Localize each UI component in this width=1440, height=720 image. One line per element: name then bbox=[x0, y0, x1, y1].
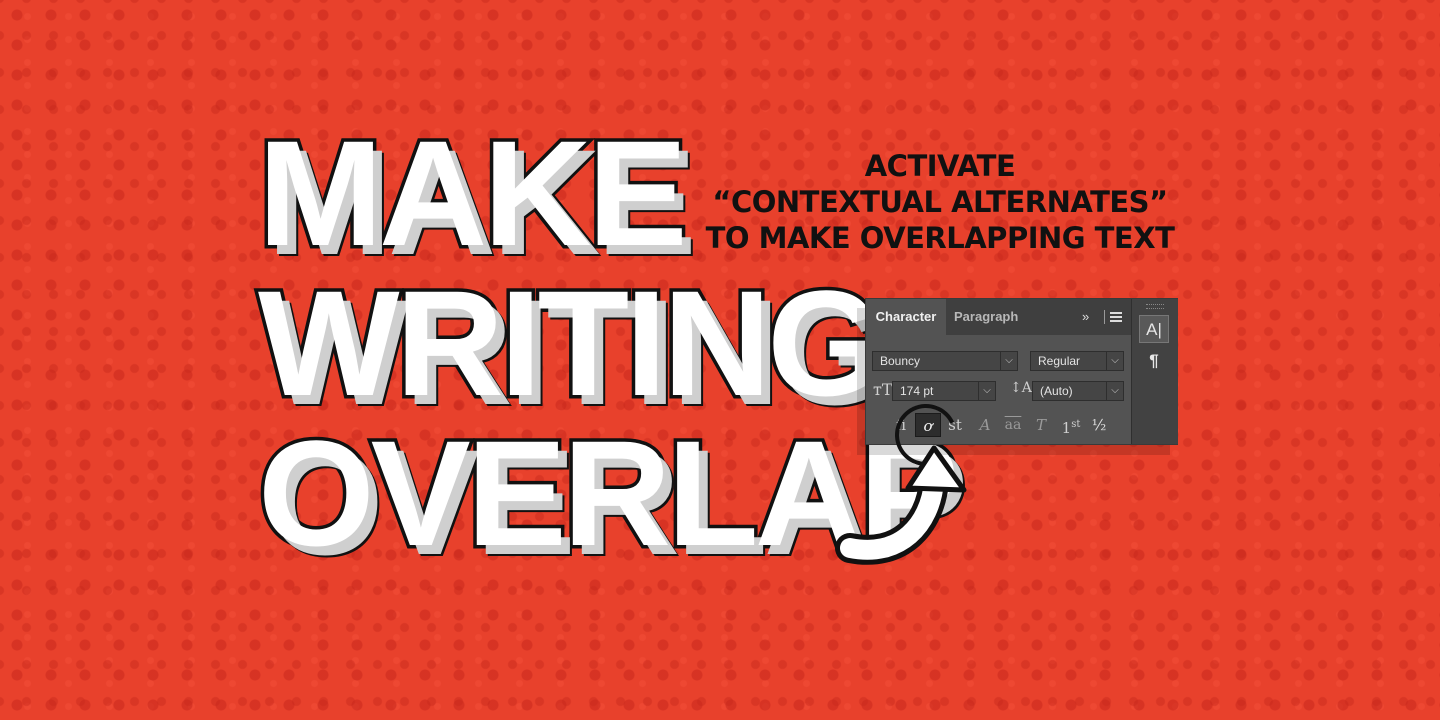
tab-divider bbox=[1104, 310, 1105, 324]
paragraph-panel-icon[interactable]: ¶ bbox=[1139, 347, 1169, 375]
panel-tab-bar: Character Paragraph » bbox=[866, 299, 1131, 335]
font-style-value: Regular bbox=[1038, 354, 1081, 368]
leading-value: (Auto) bbox=[1040, 384, 1073, 398]
font-family-select[interactable]: Bouncy ⌵ bbox=[872, 351, 1018, 371]
leading-select[interactable]: (Auto) ⌵ bbox=[1032, 381, 1124, 401]
titling-alternates-button[interactable]: aa bbox=[1000, 413, 1026, 437]
ordinals-sup: st bbox=[1071, 419, 1081, 430]
font-size-select[interactable]: 174 pt ⌵ bbox=[892, 381, 996, 401]
stylistic-alternates-button[interactable]: T bbox=[1030, 413, 1052, 437]
font-family-value: Bouncy bbox=[880, 354, 921, 368]
chevron-down-icon[interactable]: ⌵ bbox=[1106, 382, 1123, 400]
instruction-note: ACTIVATE “CONTEXTUAL ALTERNATES” TO MAKE… bbox=[700, 148, 1180, 256]
note-line-1: ACTIVATE bbox=[864, 149, 1016, 183]
font-style-select[interactable]: Regular ⌵ bbox=[1030, 351, 1124, 371]
note-line-2: “CONTEXTUAL ALTERNATES” bbox=[712, 185, 1168, 219]
dock-grip[interactable] bbox=[1146, 304, 1164, 309]
chevron-down-icon[interactable]: ⌵ bbox=[1000, 352, 1017, 370]
headline-line-3: OVERLAP bbox=[255, 409, 963, 577]
panel-side-dock: A| ¶ bbox=[1131, 299, 1178, 444]
ordinals-base: 1 bbox=[1061, 419, 1072, 437]
chevron-down-icon[interactable]: ⌵ bbox=[978, 382, 995, 400]
fractions-button[interactable]: ½ bbox=[1088, 413, 1110, 437]
headline-line-2: WRITING bbox=[255, 259, 888, 427]
leading-icon: ↕A bbox=[1010, 380, 1032, 396]
font-size-icon: ᴛT bbox=[873, 380, 893, 399]
ordinals-button[interactable]: 1st bbox=[1058, 413, 1084, 437]
font-size-value: 174 pt bbox=[900, 384, 934, 398]
character-panel-icon[interactable]: A| bbox=[1139, 315, 1169, 343]
panel-menu-icon[interactable] bbox=[1110, 312, 1122, 322]
tab-paragraph[interactable]: Paragraph bbox=[954, 299, 1018, 335]
curved-arrow-icon bbox=[835, 445, 967, 565]
expand-icon[interactable]: » bbox=[1082, 299, 1089, 335]
note-line-3: TO MAKE OVERLAPPING TEXT bbox=[705, 221, 1175, 255]
chevron-down-icon[interactable]: ⌵ bbox=[1106, 352, 1123, 370]
tab-character[interactable]: Character bbox=[866, 299, 946, 335]
